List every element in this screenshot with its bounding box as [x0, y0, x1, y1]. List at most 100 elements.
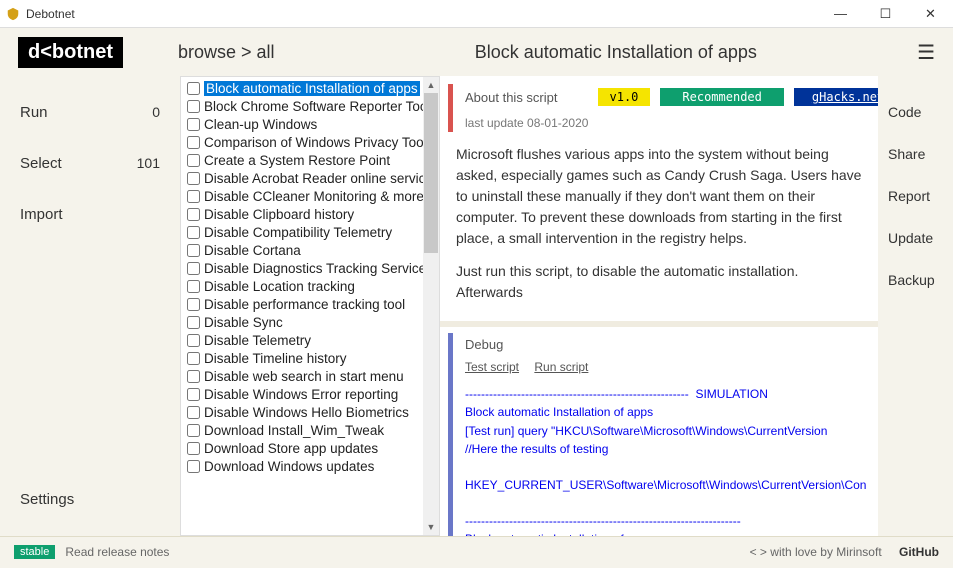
script-label: Download Store app updates: [204, 441, 378, 456]
script-label: Disable Diagnostics Tracking Service: [204, 261, 426, 276]
sidebar-item-share[interactable]: Share: [888, 146, 943, 162]
description-p1: Microsoft flushes various apps into the …: [456, 144, 862, 249]
run-count: 0: [152, 104, 160, 121]
header: d<botnet browse > all Block automatic In…: [0, 28, 953, 76]
list-item[interactable]: Download Store app updates: [181, 439, 439, 457]
list-item[interactable]: Disable performance tracking tool: [181, 295, 439, 313]
github-link[interactable]: GitHub: [899, 545, 939, 559]
list-item[interactable]: Download Windows updates: [181, 457, 439, 475]
ghacks-link[interactable]: gHacks.net: [794, 88, 878, 106]
page-title: Block automatic Installation of apps: [315, 42, 918, 63]
debug-console[interactable]: ----------------------------------------…: [465, 386, 866, 536]
script-checkbox[interactable]: [187, 280, 200, 293]
window-title: Debotnet: [26, 7, 818, 21]
maximize-button[interactable]: ☐: [863, 0, 908, 27]
script-checkbox[interactable]: [187, 118, 200, 131]
version-badge: v1.0: [598, 88, 651, 106]
list-item[interactable]: Disable Compatibility Telemetry: [181, 223, 439, 241]
list-item[interactable]: Clean-up Windows: [181, 115, 439, 133]
sidebar-item-select[interactable]: Select 101: [20, 155, 160, 172]
recommended-badge: Recommended: [660, 88, 783, 106]
script-label: Disable Telemetry: [204, 333, 311, 348]
splitter[interactable]: [440, 321, 878, 327]
list-item[interactable]: Block automatic Installation of apps: [181, 79, 439, 97]
sidebar-item-import[interactable]: Import: [20, 206, 160, 223]
script-checkbox[interactable]: [187, 460, 200, 473]
list-item[interactable]: Disable Cortana: [181, 241, 439, 259]
list-item[interactable]: Block Chrome Software Reporter Tool: [181, 97, 439, 115]
list-item[interactable]: Disable Sync: [181, 313, 439, 331]
list-item[interactable]: Disable Windows Error reporting: [181, 385, 439, 403]
script-checkbox[interactable]: [187, 406, 200, 419]
list-item[interactable]: Download Install_Wim_Tweak: [181, 421, 439, 439]
run-script-link[interactable]: Run script: [534, 360, 588, 374]
scroll-thumb[interactable]: [424, 93, 438, 253]
script-label: Disable CCleaner Monitoring & more: [204, 189, 424, 204]
script-checkbox[interactable]: [187, 244, 200, 257]
list-item[interactable]: Disable Windows Hello Biometrics: [181, 403, 439, 421]
script-checkbox[interactable]: [187, 316, 200, 329]
script-label: Disable Cortana: [204, 243, 301, 258]
list-item[interactable]: Create a System Restore Point: [181, 151, 439, 169]
list-item[interactable]: Disable Acrobat Reader online service: [181, 169, 439, 187]
sidebar-item-label: Import: [20, 206, 63, 223]
menu-icon[interactable]: ☰: [917, 40, 935, 65]
script-checkbox[interactable]: [187, 82, 200, 95]
script-checkbox[interactable]: [187, 208, 200, 221]
close-button[interactable]: ✕: [908, 0, 953, 27]
logo: d<botnet: [18, 37, 123, 68]
list-item[interactable]: Disable web search in start menu: [181, 367, 439, 385]
script-checkbox[interactable]: [187, 388, 200, 401]
script-checkbox[interactable]: [187, 442, 200, 455]
sidebar-item-code[interactable]: Code: [888, 104, 943, 120]
script-checkbox[interactable]: [187, 352, 200, 365]
script-checkbox[interactable]: [187, 154, 200, 167]
scroll-up-icon[interactable]: ▲: [423, 77, 439, 93]
script-checkbox[interactable]: [187, 100, 200, 113]
scrollbar[interactable]: ▲ ▼: [423, 77, 439, 535]
breadcrumb[interactable]: browse > all: [178, 42, 275, 63]
sidebar-item-update[interactable]: Update: [888, 230, 943, 246]
stable-badge: stable: [14, 545, 55, 559]
release-notes-link[interactable]: Read release notes: [65, 545, 169, 559]
list-item[interactable]: Disable Clipboard history: [181, 205, 439, 223]
script-checkbox[interactable]: [187, 262, 200, 275]
debug-title: Debug: [465, 337, 866, 352]
script-checkbox[interactable]: [187, 334, 200, 347]
script-checkbox[interactable]: [187, 298, 200, 311]
app-icon: [6, 7, 20, 21]
script-label: Disable Sync: [204, 315, 283, 330]
detail-panel: About this script v1.0 Recommended gHack…: [440, 76, 878, 536]
sidebar-item-settings[interactable]: Settings: [20, 491, 160, 508]
script-checkbox[interactable]: [187, 190, 200, 203]
script-checkbox[interactable]: [187, 370, 200, 383]
list-item[interactable]: Disable Diagnostics Tracking Service: [181, 259, 439, 277]
script-label: Disable Windows Hello Biometrics: [204, 405, 409, 420]
list-item[interactable]: Comparison of Windows Privacy Tools: [181, 133, 439, 151]
test-script-link[interactable]: Test script: [465, 360, 519, 374]
script-label: Comparison of Windows Privacy Tools: [204, 135, 433, 150]
list-item[interactable]: Disable Location tracking: [181, 277, 439, 295]
script-label: Disable Timeline history: [204, 351, 347, 366]
list-item[interactable]: Disable Telemetry: [181, 331, 439, 349]
list-item[interactable]: Disable Timeline history: [181, 349, 439, 367]
credits: < > with love by Mirinsoft: [750, 545, 882, 559]
sidebar-item-report[interactable]: Report: [888, 188, 943, 204]
sidebar-item-run[interactable]: Run 0: [20, 104, 160, 121]
script-label: Download Install_Wim_Tweak: [204, 423, 384, 438]
script-checkbox[interactable]: [187, 136, 200, 149]
script-label: Download Windows updates: [204, 459, 374, 474]
script-label: Disable Acrobat Reader online service: [204, 171, 433, 186]
scroll-down-icon[interactable]: ▼: [423, 519, 439, 535]
script-checkbox[interactable]: [187, 424, 200, 437]
minimize-button[interactable]: —: [818, 0, 863, 27]
script-label: Block automatic Installation of apps: [204, 81, 420, 96]
script-checkbox[interactable]: [187, 226, 200, 239]
sidebar-left: Run 0 Select 101 Import Settings: [0, 76, 180, 536]
list-item[interactable]: Disable CCleaner Monitoring & more: [181, 187, 439, 205]
footer: stable Read release notes < > with love …: [0, 536, 953, 566]
sidebar-item-backup[interactable]: Backup: [888, 272, 943, 288]
script-label: Disable web search in start menu: [204, 369, 404, 384]
description: Microsoft flushes various apps into the …: [440, 138, 878, 321]
script-checkbox[interactable]: [187, 172, 200, 185]
